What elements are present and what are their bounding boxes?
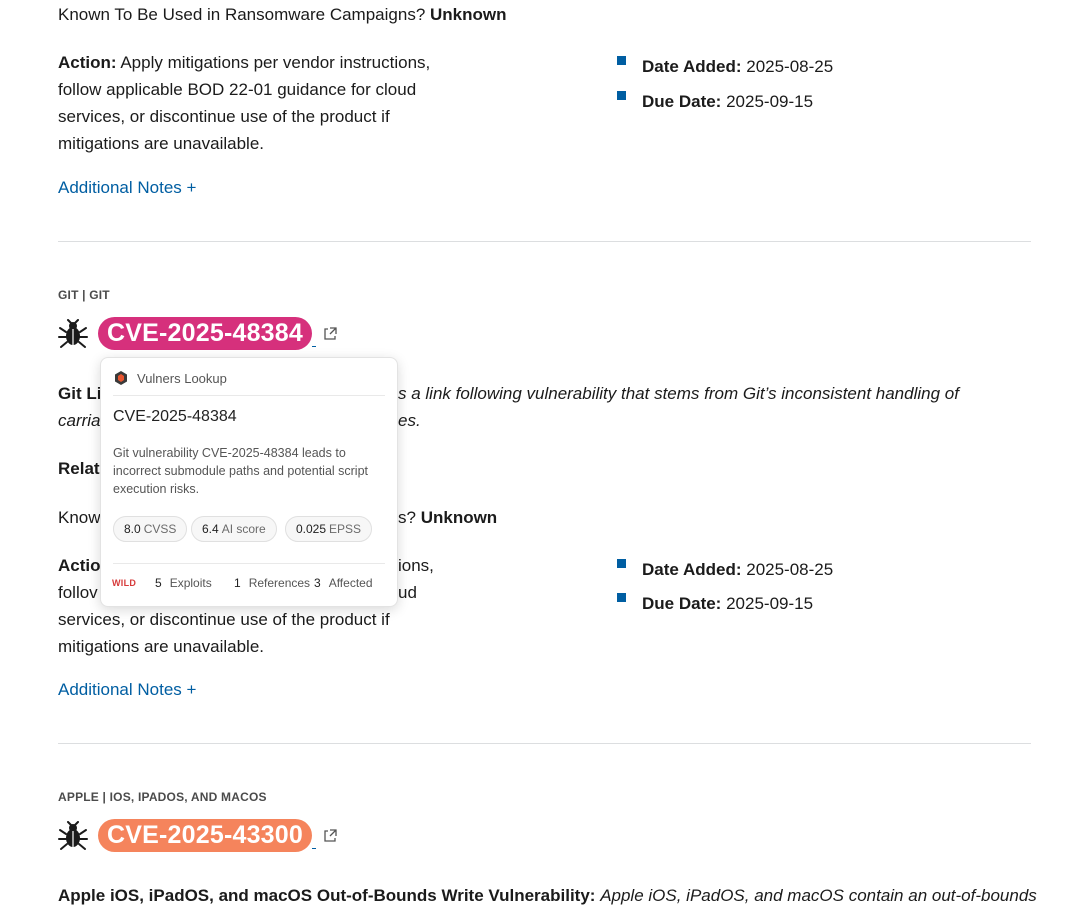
date-added-value: 2025-08-25	[746, 560, 834, 579]
bullet-icon	[617, 91, 626, 100]
ai-score-chip: 6.4 AI score	[191, 516, 277, 542]
due-date-label: Due Date:	[642, 92, 722, 111]
additional-notes-link[interactable]: Additional Notes +	[58, 178, 196, 198]
exploits-label: Exploits	[169, 576, 212, 590]
bullet-icon	[617, 56, 626, 65]
bullet-icon	[617, 593, 626, 602]
popup-header: Vulners Lookup	[113, 370, 227, 386]
date-added-label: Date Added:	[642, 560, 742, 579]
cve-title-row: Apple iOS, iPadOS, and macOS Out-of-Boun…	[58, 882, 1078, 909]
ransomware-label: Know	[58, 508, 101, 527]
date-added-item: Date Added: 2025-08-25	[617, 53, 833, 80]
ransomware-value: Unknown	[430, 5, 507, 24]
cve-title: Git Li	[58, 384, 102, 403]
popup-cve-id[interactable]: CVE-2025-48384	[113, 408, 237, 426]
due-date-item: Due Date: 2025-09-15	[617, 590, 813, 617]
exploits-count: 5	[155, 576, 162, 590]
action-line: Apply mitigations per vendor instruction…	[120, 53, 431, 72]
chip-label: AI score	[221, 522, 266, 536]
wild-badge: WILD	[112, 578, 137, 588]
link-underline	[312, 346, 316, 347]
cve-description: Apple iOS, iPadOS, and macOS contain an …	[600, 886, 1037, 905]
action-line: mitigations are unavailable.	[58, 637, 265, 656]
action-line: ions,	[398, 556, 434, 575]
references-link[interactable]: 1 References	[234, 576, 310, 590]
vulners-logo-icon	[113, 370, 129, 386]
chip-label: EPSS	[329, 522, 362, 536]
additional-notes-link[interactable]: Additional Notes +	[58, 680, 196, 700]
date-added-value: 2025-08-25	[746, 57, 834, 76]
references-label: References	[248, 576, 311, 590]
date-added-label: Date Added:	[642, 57, 742, 76]
chip-value: 8.0	[124, 522, 141, 536]
cve-description: s a link following vulnerability that st…	[398, 384, 959, 403]
cve-link[interactable]: CVE-2025-43300	[98, 819, 312, 852]
divider	[58, 743, 1031, 744]
external-link-icon[interactable]	[322, 326, 338, 342]
action-line: follow applicable BOD 22-01 guidance for…	[58, 80, 417, 99]
bug-icon	[58, 820, 88, 851]
popup-description: Git vulnerability CVE-2025-48384 leads t…	[113, 446, 369, 496]
date-added-item: Date Added: 2025-08-25	[617, 556, 833, 583]
cvss-chip: 8.0 CVSS	[113, 516, 188, 542]
divider	[113, 563, 385, 564]
chip-value: 6.4	[202, 522, 219, 536]
action-block: Action: Apply mitigations per vendor ins…	[58, 49, 478, 157]
action-line: follov	[58, 583, 98, 602]
chip-label: CVSS	[143, 522, 177, 536]
cve-description-line: carria	[58, 411, 101, 430]
vulners-popup[interactable]: Vulners Lookup CVE-2025-48384 Git vulner…	[100, 357, 398, 607]
cve-title-row: Git Li	[58, 380, 101, 407]
cve-title: Apple iOS, iPadOS, and macOS Out-of-Boun…	[58, 886, 596, 905]
bullet-icon	[617, 559, 626, 568]
vendor-label: APPLE | IOS, IPADOS, AND MACOS	[58, 790, 267, 804]
action-label: Actio	[58, 556, 101, 575]
action-line: mitigations are unavailable.	[58, 134, 265, 153]
bug-icon	[58, 318, 88, 349]
due-date-value: 2025-09-15	[726, 594, 814, 613]
divider	[113, 395, 385, 396]
ransomware-label: s?	[398, 508, 416, 527]
action-line: services, or discontinue use of the prod…	[58, 107, 390, 126]
epss-chip: 0.025 EPSS	[285, 516, 373, 542]
cve-link[interactable]: CVE-2025-48384	[98, 317, 312, 350]
due-date-label: Due Date:	[642, 594, 722, 613]
vendor-label: GIT | GIT	[58, 288, 110, 302]
popup-header-label: Vulners Lookup	[137, 370, 227, 386]
affected-label: Affected	[328, 576, 373, 590]
action-line: services, or discontinue use of the prod…	[58, 610, 390, 629]
exploits-link[interactable]: 5 Exploits	[155, 576, 212, 590]
ransomware-row: Known To Be Used in Ransomware Campaigns…	[58, 1, 507, 28]
link-underline	[312, 848, 316, 849]
cve-header: CVE-2025-43300	[58, 819, 338, 852]
action-label: Action:	[58, 53, 117, 72]
ransomware-row: s? Unknown	[398, 504, 497, 531]
references-count: 1	[234, 576, 241, 590]
ransomware-value: Unknown	[420, 508, 498, 527]
affected-count: 3	[314, 576, 321, 590]
due-date-item: Due Date: 2025-09-15	[617, 88, 813, 115]
ransomware-label: Known To Be Used in Ransomware Campaigns…	[58, 5, 426, 24]
external-link-icon[interactable]	[322, 828, 338, 844]
action-line: ud	[398, 583, 417, 602]
chip-value: 0.025	[296, 522, 327, 536]
cve-description-line: es.	[398, 411, 421, 430]
affected-link[interactable]: 3 Affected	[314, 576, 373, 590]
related-cwe-label: Relat	[58, 459, 100, 478]
cve-header: CVE-2025-48384	[58, 317, 338, 350]
due-date-value: 2025-09-15	[726, 92, 814, 111]
divider	[58, 241, 1031, 242]
